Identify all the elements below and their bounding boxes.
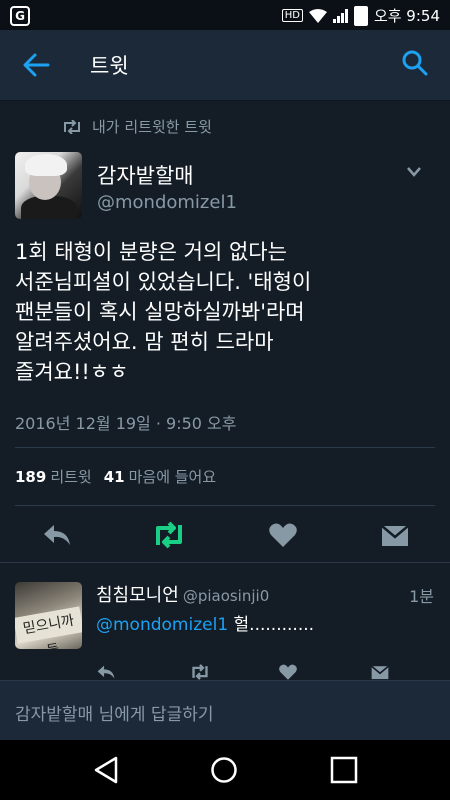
reply-actions [0, 661, 450, 681]
reply-time: 1분 [409, 587, 434, 606]
nav-home-icon[interactable] [210, 756, 238, 784]
reply-avatar[interactable]: 믿으니까 둘 [15, 582, 82, 649]
retweet-count[interactable]: 189 [15, 468, 46, 486]
heart-icon[interactable] [278, 663, 298, 681]
tweet-actions [0, 515, 450, 555]
battery-icon [353, 5, 368, 26]
reply-author-handle[interactable]: @piaosinji0 [183, 587, 269, 605]
reply-mention[interactable]: @mondomizel1 [96, 615, 228, 635]
carrier-icon: G [10, 6, 30, 26]
reply-input-placeholder[interactable]: 감자밭할매 님에게 답글하기 [15, 700, 214, 725]
retweet-icon [64, 119, 80, 134]
app-bar: 트윗 [0, 30, 450, 100]
chevron-down-icon[interactable] [406, 166, 422, 178]
reply-body: 헐............ [228, 615, 315, 635]
tweet-timestamp: 2016년 12월 19일 · 9:50 오후 [15, 414, 237, 433]
divider [15, 447, 435, 448]
divider [15, 505, 435, 506]
author-name[interactable]: 감자밭할매 [97, 160, 194, 190]
reply-text: @mondomizel1 헐............ [96, 610, 314, 635]
reply-composer[interactable]: 감자밭할매 님에게 답글하기 [0, 680, 450, 741]
nav-recents-icon[interactable] [330, 756, 358, 784]
clock: 오후 9:54 [373, 7, 440, 25]
hd-badge: HD [281, 9, 303, 22]
reply-avatar-sign: 믿으니까 둘 [15, 606, 82, 649]
retweet-icon[interactable] [152, 521, 186, 549]
reply-icon[interactable] [96, 663, 116, 681]
like-count-label[interactable]: 마음에 들어요 [129, 468, 217, 486]
page-title: 트윗 [90, 54, 129, 78]
direct-message-icon[interactable] [370, 663, 390, 681]
direct-message-icon[interactable] [380, 521, 410, 549]
reply-icon[interactable] [42, 521, 72, 549]
search-icon[interactable] [402, 50, 428, 76]
retweet-count-label[interactable]: 리트윗 [50, 468, 91, 486]
heart-icon[interactable] [268, 521, 298, 549]
status-bar: G HD 오후 9:54 [0, 0, 450, 30]
system-nav-bar [0, 740, 450, 800]
retweet-context-label: 내가 리트윗한 트윗 [92, 118, 212, 136]
tweet-stats: 189 리트윗 41 마음에 들어요 [15, 466, 216, 487]
tweet-text: 1회 태형이 분량은 거의 없다는 서준님피셜이 있었습니다. '태형이 팬분들… [15, 240, 312, 384]
reply-tweet[interactable]: 믿으니까 둘 침침모니언@piaosinji0 1분 @mondomizel1 … [0, 562, 450, 681]
back-arrow-icon[interactable] [22, 52, 50, 78]
like-count[interactable]: 41 [104, 468, 125, 486]
author-handle[interactable]: @mondomizel1 [97, 192, 237, 213]
wifi-icon [308, 8, 327, 23]
retweet-context: 내가 리트윗한 트윗 [62, 116, 212, 137]
author-avatar[interactable] [15, 152, 82, 219]
signal-icon [332, 8, 348, 23]
reply-author[interactable]: 침침모니언 @piaosinji0 [96, 581, 269, 607]
retweet-icon[interactable] [190, 663, 210, 681]
reply-author-name[interactable]: 침침모니언 [96, 585, 179, 606]
nav-back-icon[interactable] [92, 756, 120, 784]
